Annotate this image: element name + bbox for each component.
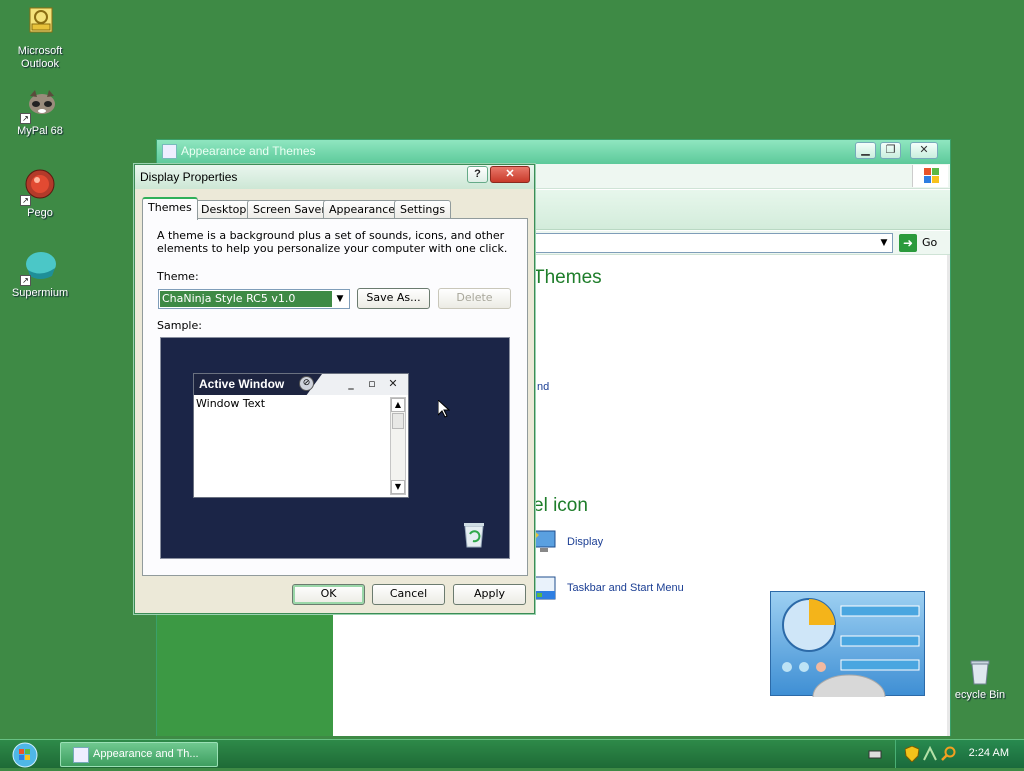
sample-active-window: Active Window ⊘ _ ▫ ✕ Window Text ▲ ▼: [193, 373, 409, 498]
dialog-title: Display Properties: [140, 170, 238, 184]
tab-screen-saver[interactable]: Screen Saver: [247, 200, 332, 219]
go-label: Go: [922, 236, 938, 249]
tab-desktop[interactable]: Desktop: [195, 200, 253, 219]
tab-appearance[interactable]: Appearance: [323, 200, 402, 219]
recycle-bin-icon: [461, 520, 487, 548]
go-arrow-icon: ➜: [899, 234, 917, 252]
theme-dropdown-value: ChaNinja Style RC5 v1.0: [160, 291, 332, 307]
sample-label: Sample:: [157, 319, 202, 332]
delete-button[interactable]: Delete: [438, 288, 511, 309]
taskbar-button-appearance-themes[interactable]: Appearance and Th...: [60, 742, 218, 767]
desktop-icon-recycle-bin[interactable]: ecycle Bin: [940, 658, 1020, 702]
supermium-icon: ↗: [20, 248, 58, 286]
close-button[interactable]: ✕: [910, 142, 938, 159]
ok-button[interactable]: OK: [292, 584, 365, 605]
clock[interactable]: 2:24 AM: [969, 747, 1009, 759]
link-display[interactable]: Display: [567, 536, 603, 548]
chevron-down-icon[interactable]: ▼: [876, 234, 892, 252]
help-icon: ?: [474, 168, 481, 180]
theme-label: Theme:: [157, 270, 199, 283]
sample-window-text: Window Text: [196, 397, 266, 410]
close-icon: ✕: [919, 144, 929, 156]
link-taskbar-start-menu[interactable]: Taskbar and Start Menu: [567, 582, 684, 594]
minimize-button[interactable]: ▁: [855, 142, 876, 159]
network-icon[interactable]: [923, 745, 937, 762]
scroll-thumb: [392, 413, 404, 429]
desktop-icon-pego[interactable]: ↗ Pego: [0, 168, 80, 220]
desktop-icon-label: Supermium: [11, 287, 69, 299]
desktop-icon-label: MyPal 68: [17, 125, 63, 137]
taskbar-button-label: Appearance and Th...: [93, 748, 199, 760]
minimize-icon: ▁: [861, 144, 870, 156]
sample-maximize-icon: ▫: [368, 377, 376, 390]
address-input[interactable]: ▼: [533, 233, 893, 253]
desktop-icon-label: Pego: [27, 207, 53, 219]
control-panel-icon: [162, 144, 177, 159]
sample-minimize-icon: _: [348, 377, 354, 390]
dialog-titlebar[interactable]: Display Properties ? ✕: [135, 165, 534, 189]
tab-settings[interactable]: Settings: [394, 200, 452, 219]
heading-control-panel-icon: el icon: [533, 495, 588, 516]
themes-description: A theme is a background plus a set of so…: [157, 229, 508, 255]
control-panel-icon: [73, 747, 89, 763]
shortcut-arrow-icon: ↗: [20, 113, 31, 124]
go-button[interactable]: ➜ Go: [899, 234, 945, 252]
recycle-bin-icon: [966, 658, 994, 686]
themes-panel: A theme is a background plus a set of so…: [142, 218, 528, 576]
close-button[interactable]: ✕: [490, 166, 530, 183]
outlook-icon: [22, 6, 58, 42]
windows-flag-icon: [912, 165, 948, 187]
shortcut-arrow-icon: ↗: [20, 195, 31, 206]
shortcut-arrow-icon: ↗: [20, 275, 31, 286]
apply-button[interactable]: Apply: [453, 584, 526, 605]
desktop-icon-outlook[interactable]: Microsoft Outlook: [0, 6, 80, 71]
chevron-down-icon[interactable]: ▼: [332, 291, 348, 307]
control-panel-illustration: [770, 591, 925, 720]
display-properties-dialog[interactable]: Display Properties ? ✕ Themes Desktop Sc…: [134, 164, 535, 614]
raccoon-icon: ↗: [20, 86, 58, 124]
desktop-icon-label: Microsoft Outlook: [17, 45, 63, 70]
taskbar: Appearance and Th... 2:24 AM: [0, 739, 1024, 768]
sample-close-icon: ✕: [388, 377, 398, 390]
sample-window-titlebar: Active Window ⊘ _ ▫ ✕: [194, 374, 408, 395]
search-icon[interactable]: [941, 746, 957, 762]
theme-dropdown[interactable]: ChaNinja Style RC5 v1.0 ▼: [158, 289, 350, 309]
desktop-icon-label: ecycle Bin: [954, 689, 1006, 701]
theme-sample-preview: Active Window ⊘ _ ▫ ✕ Window Text ▲ ▼: [160, 337, 510, 559]
window-title: Appearance and Themes: [181, 144, 316, 158]
keyboard-icon[interactable]: [868, 747, 882, 761]
tab-themes[interactable]: Themes: [142, 197, 198, 220]
system-tray: 2:24 AM: [895, 740, 1024, 768]
start-button[interactable]: [3, 741, 47, 768]
scroll-up-icon: ▲: [391, 398, 405, 412]
link-partial[interactable]: nd: [537, 381, 549, 393]
window-titlebar[interactable]: Appearance and Themes ▁ ❐ ✕: [157, 140, 950, 164]
mouse-cursor-icon: [437, 398, 451, 418]
heading-themes: Themes: [533, 267, 602, 288]
scroll-down-icon: ▼: [391, 480, 405, 494]
restore-icon: ❐: [885, 144, 896, 156]
sample-scrollbar: ▲ ▼: [390, 397, 406, 495]
pego-icon: ↗: [20, 168, 58, 206]
desktop-icon-supermium[interactable]: ↗ Supermium: [0, 248, 80, 300]
desktop-icon-mypal[interactable]: ↗ MyPal 68: [0, 86, 80, 138]
cancel-button[interactable]: Cancel: [372, 584, 445, 605]
restore-button[interactable]: ❐: [880, 142, 901, 159]
help-button[interactable]: ?: [467, 166, 488, 183]
theme-badge-icon: ⊘: [299, 376, 314, 391]
close-icon: ✕: [505, 168, 515, 180]
shield-icon[interactable]: [904, 745, 920, 763]
save-as-button[interactable]: Save As...: [357, 288, 430, 309]
